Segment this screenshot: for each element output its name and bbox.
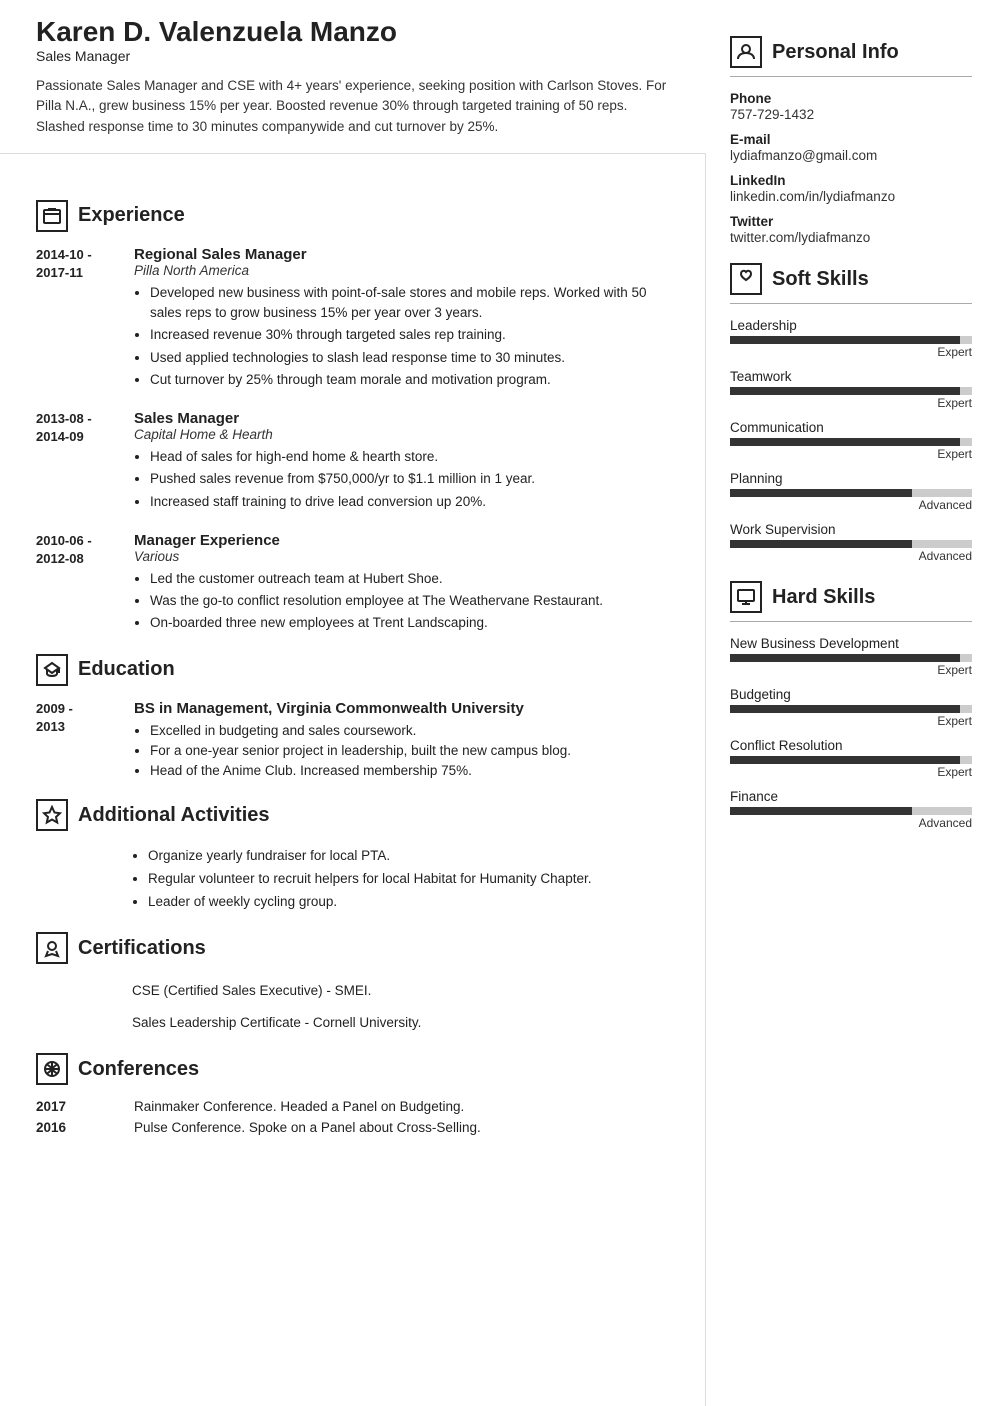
soft-skills-title: Soft Skills <box>730 263 972 304</box>
resume-container: Karen D. Valenzuela Manzo Sales Manager … <box>0 0 996 1406</box>
exp-dates: 2010-06 -2012-08 <box>36 532 116 636</box>
skill-item: Work Supervision Advanced <box>730 522 972 563</box>
experience-icon <box>36 200 68 232</box>
edu-degree: BS in Management, Virginia Commonwealth … <box>134 700 571 717</box>
skill-item: Conflict Resolution Expert <box>730 738 972 779</box>
personal-info-icon <box>730 36 762 68</box>
candidate-name: Karen D. Valenzuela Manzo <box>36 16 676 48</box>
personal-info-fields: Phone 757-729-1432 E-mail lydiafmanzo@gm… <box>730 91 972 245</box>
left-column: Experience 2014-10 -2017-11 Regional Sal… <box>0 154 706 1406</box>
conferences-icon <box>36 1053 68 1085</box>
skill-item: Teamwork Expert <box>730 369 972 410</box>
certifications-icon <box>36 932 68 964</box>
soft-skills-icon <box>730 263 762 295</box>
candidate-summary: Passionate Sales Manager and CSE with 4+… <box>36 76 676 137</box>
experience-list: 2014-10 -2017-11 Regional Sales Manager … <box>36 246 675 636</box>
candidate-title: Sales Manager <box>36 48 676 64</box>
skill-item: Communication Expert <box>730 420 972 461</box>
education-list: 2009 -2013 BS in Management, Virginia Co… <box>36 700 675 782</box>
activities-section-title: Additional Activities <box>36 799 675 831</box>
activities-list: Organize yearly fundraiser for local PTA… <box>132 845 675 914</box>
experience-section-title: Experience <box>36 200 675 232</box>
skill-item: Budgeting Expert <box>730 687 972 728</box>
exp-company: Capital Home & Hearth <box>134 427 675 442</box>
experience-item: 2013-08 -2014-09 Sales Manager Capital H… <box>36 410 675 514</box>
exp-bullets: Led the customer outreach team at Hubert… <box>134 569 675 634</box>
exp-role: Sales Manager <box>134 410 675 427</box>
edu-dates: 2009 -2013 <box>36 700 116 782</box>
conferences-list: 2017 Rainmaker Conference. Headed a Pane… <box>36 1099 675 1135</box>
exp-company: Various <box>134 549 675 564</box>
experience-item: 2010-06 -2012-08 Manager Experience Vari… <box>36 532 675 636</box>
exp-bullets: Developed new business with point-of-sal… <box>134 283 675 390</box>
conference-item: 2017 Rainmaker Conference. Headed a Pane… <box>36 1099 675 1114</box>
activities-icon <box>36 799 68 831</box>
exp-dates: 2014-10 -2017-11 <box>36 246 116 392</box>
soft-skills-list: Leadership Expert Teamwork Expert Commun… <box>730 318 972 563</box>
hard-skills-icon <box>730 581 762 613</box>
cert-item: Sales Leadership Certificate - Cornell U… <box>132 1010 675 1036</box>
exp-dates: 2013-08 -2014-09 <box>36 410 116 514</box>
exp-role: Regional Sales Manager <box>134 246 675 263</box>
skill-item: Leadership Expert <box>730 318 972 359</box>
experience-item: 2014-10 -2017-11 Regional Sales Manager … <box>36 246 675 392</box>
education-icon <box>36 654 68 686</box>
cert-item: CSE (Certified Sales Executive) - SMEI. <box>132 978 675 1004</box>
conference-item: 2016 Pulse Conference. Spoke on a Panel … <box>36 1120 675 1135</box>
education-item: 2009 -2013 BS in Management, Virginia Co… <box>36 700 675 782</box>
personal-info-title: Personal Info <box>730 36 972 77</box>
exp-role: Manager Experience <box>134 532 675 549</box>
hard-skills-list: New Business Development Expert Budgetin… <box>730 636 972 830</box>
header-section: Karen D. Valenzuela Manzo Sales Manager … <box>0 0 706 154</box>
exp-company: Pilla North America <box>134 263 675 278</box>
conferences-section-title: Conferences <box>36 1053 675 1085</box>
skill-item: Finance Advanced <box>730 789 972 830</box>
right-column: Personal Info Phone 757-729-1432 E-mail … <box>706 0 996 1406</box>
exp-bullets: Head of sales for high-end home & hearth… <box>134 447 675 512</box>
hard-skills-title: Hard Skills <box>730 581 972 622</box>
certifications-list: CSE (Certified Sales Executive) - SMEI. … <box>132 978 675 1035</box>
skill-item: Planning Advanced <box>730 471 972 512</box>
skill-item: New Business Development Expert <box>730 636 972 677</box>
edu-bullets: Excelled in budgeting and sales coursewo… <box>134 721 571 782</box>
education-section-title: Education <box>36 654 675 686</box>
certifications-section-title: Certifications <box>36 932 675 964</box>
